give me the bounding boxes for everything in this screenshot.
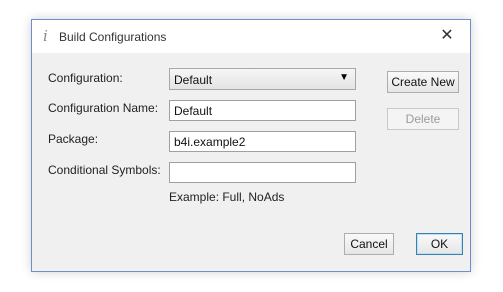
close-icon: ✕ <box>440 27 454 44</box>
cancel-button[interactable]: Cancel <box>344 233 394 255</box>
window-title: Build Configurations <box>59 30 167 44</box>
close-button[interactable]: ✕ <box>424 20 470 53</box>
conditional-symbols-example: Example: Full, NoAds <box>169 190 285 204</box>
configuration-label: Configuration: <box>48 71 123 85</box>
title-bar: i Build Configurations ✕ <box>32 20 470 53</box>
conditional-symbols-label: Conditional Symbols: <box>48 163 161 177</box>
info-icon: i <box>43 27 48 45</box>
ok-button[interactable]: OK <box>416 233 463 255</box>
create-new-button[interactable]: Create New <box>387 71 459 93</box>
conditional-symbols-input[interactable] <box>169 162 356 183</box>
configuration-selected-value: Default <box>174 73 213 87</box>
configuration-select[interactable]: Default ▼ <box>169 68 356 90</box>
delete-button[interactable]: Delete <box>387 108 459 130</box>
package-label: Package: <box>48 132 99 146</box>
configuration-name-label: Configuration Name: <box>48 101 159 115</box>
chevron-down-icon: ▼ <box>339 72 349 83</box>
build-configurations-dialog: i Build Configurations ✕ Configuration: … <box>31 19 471 272</box>
package-input[interactable] <box>169 131 356 152</box>
configuration-name-input[interactable] <box>169 100 356 121</box>
